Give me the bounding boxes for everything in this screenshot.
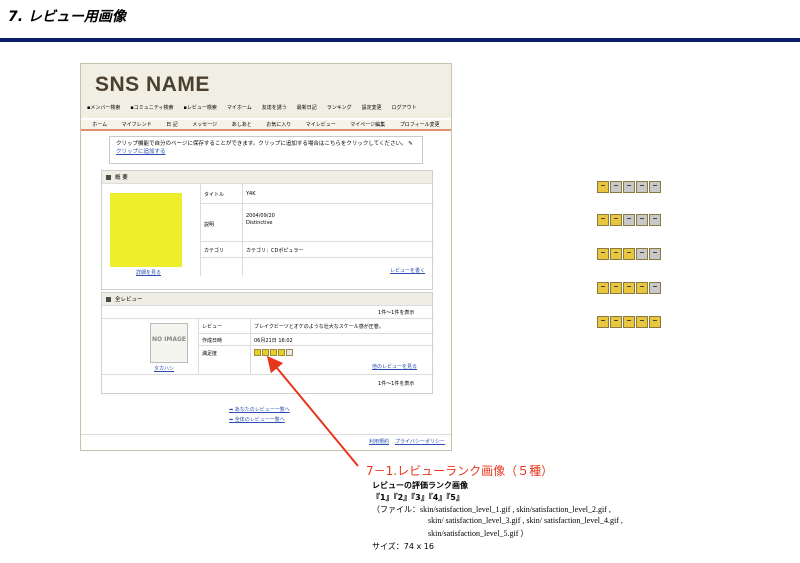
annotation-line: （ファイル：skin/satisfaction_level_1.gif , sk… — [372, 505, 611, 514]
rank-cell — [597, 214, 609, 226]
rank-cell — [610, 282, 622, 294]
rank-cell — [636, 248, 648, 260]
annotation-line: レビューの評価ランク画像 — [372, 481, 468, 490]
rank-cell — [649, 316, 661, 328]
rank-cell — [636, 282, 648, 294]
rank-cell — [623, 282, 635, 294]
rank-cell — [597, 282, 609, 294]
rank-cell — [649, 282, 661, 294]
rank-cell — [597, 248, 609, 260]
rank-cell — [623, 181, 635, 193]
rank-cell — [623, 248, 635, 260]
rank-cell — [636, 316, 648, 328]
rank-cell — [636, 214, 648, 226]
rank-sample-level-3 — [597, 248, 661, 260]
rank-sample-level-2 — [597, 214, 661, 226]
annotation-line: skin/satisfaction_level_5.gif ） — [428, 529, 529, 538]
rank-cell — [623, 316, 635, 328]
rank-cell — [636, 181, 648, 193]
rank-cell — [597, 316, 609, 328]
annotation-title: 7－1.レビューランク画像（５種） — [366, 464, 554, 478]
rank-cell — [610, 248, 622, 260]
rank-cell — [623, 214, 635, 226]
rank-cell — [649, 214, 661, 226]
rank-sample-level-5 — [597, 316, 661, 328]
annotation-line: サイズ：74 x 16 — [372, 542, 434, 551]
rank-cell — [597, 181, 609, 193]
rank-cell — [649, 248, 661, 260]
rank-sample-level-1 — [597, 181, 661, 193]
rank-cell — [649, 181, 661, 193]
rank-sample-level-4 — [597, 282, 661, 294]
rank-cell — [610, 214, 622, 226]
rank-cell — [610, 316, 622, 328]
annotation-line: skin/ satisfaction_level_3.gif , skin/ s… — [428, 516, 623, 525]
rank-cell — [610, 181, 622, 193]
annotation-line: 『1』『2』『3』『4』『5』 — [372, 493, 464, 502]
